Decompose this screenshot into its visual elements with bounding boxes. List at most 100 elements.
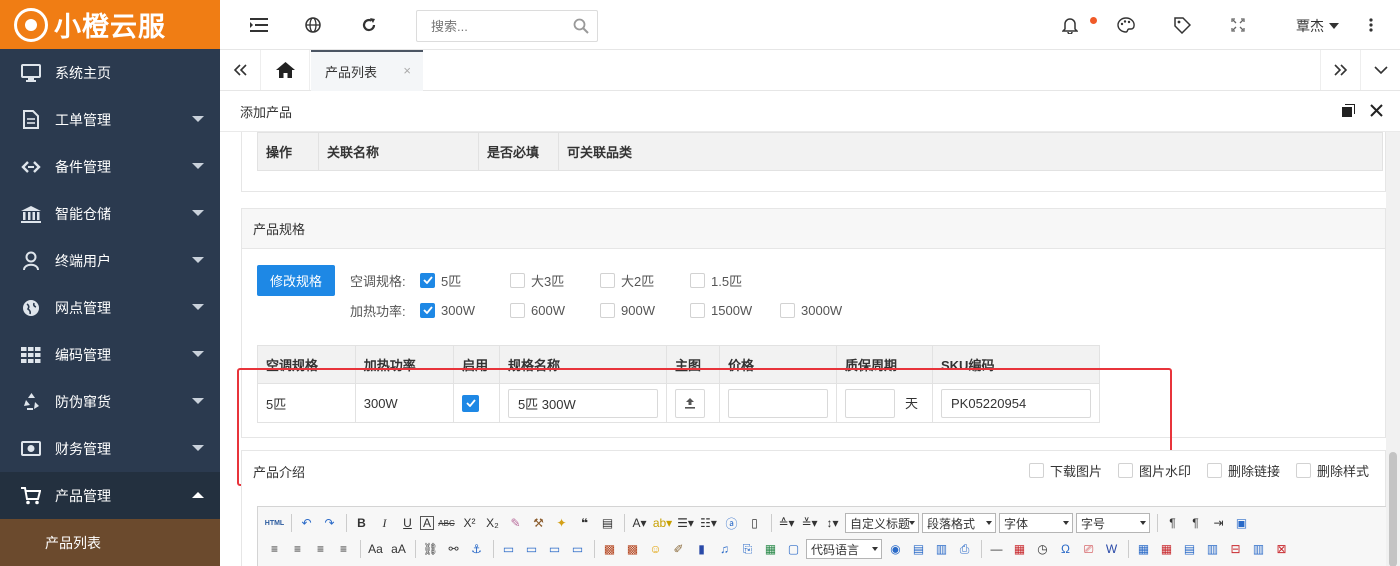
custom-title-select[interactable]: 自定义标题	[845, 513, 919, 533]
template-icon[interactable]: ▥	[931, 539, 952, 559]
emotion-icon[interactable]: ☺	[645, 539, 666, 559]
download-images-option[interactable]: 下载图片	[1028, 461, 1102, 480]
simple-upload-icon[interactable]: ▩	[599, 539, 620, 559]
restore-window-icon[interactable]	[1342, 103, 1356, 120]
to-lowercase-icon[interactable]: aA	[388, 539, 409, 559]
font-family-select[interactable]: 字体	[999, 513, 1073, 533]
clear-doc-icon[interactable]: ▯	[744, 513, 765, 533]
sidebar-item-anticounterfeit[interactable]: 防伪窜货	[0, 378, 220, 425]
sidebar-item-finance[interactable]: 财务管理	[0, 425, 220, 472]
unordered-list-icon[interactable]: ☷▾	[698, 513, 719, 533]
insert-time-icon[interactable]: ◷	[1032, 539, 1053, 559]
row-spacing-bottom-icon[interactable]: ≚▾	[799, 513, 820, 533]
underline-icon[interactable]: U	[397, 513, 418, 533]
form-scroll-area[interactable]: 操作 关联名称 是否必填 可关联品类 产品规格 修改规格 空调规格: 5匹 大3…	[220, 131, 1400, 566]
close-tab-icon[interactable]: ×	[403, 63, 411, 78]
strikethrough-icon[interactable]: ABC	[436, 513, 457, 533]
web-image-icon[interactable]: ⎙	[954, 539, 975, 559]
attachment-icon[interactable]: ⎘	[737, 539, 758, 559]
superscript-icon[interactable]: X²	[459, 513, 480, 533]
checkbox[interactable]	[600, 272, 615, 288]
search-input[interactable]	[417, 11, 567, 41]
special-chars-icon[interactable]: Ω	[1055, 539, 1076, 559]
paragraph-format-select[interactable]: 段落格式	[922, 513, 996, 533]
sidebar-item-home[interactable]: 系统主页	[0, 49, 220, 96]
redo-icon[interactable]: ↷	[319, 513, 340, 533]
power-option-300w[interactable]: 300W	[420, 302, 510, 318]
ac-option-big2[interactable]: 大2匹	[600, 271, 690, 290]
checkbox[interactable]	[1295, 463, 1311, 478]
bold-icon[interactable]: B	[351, 513, 372, 533]
sidebar-item-products[interactable]: 产品管理	[0, 472, 220, 519]
scrawl-icon[interactable]: ✐	[668, 539, 689, 559]
line-height-icon[interactable]: ↕▾	[822, 513, 843, 533]
undo-icon[interactable]: ↶	[296, 513, 317, 533]
sidebar-subitem-product-list[interactable]: 产品列表	[0, 519, 220, 566]
sidebar-item-outlets[interactable]: 网点管理	[0, 284, 220, 331]
more-vertical-icon[interactable]	[1360, 14, 1382, 36]
checkbox[interactable]	[1117, 463, 1133, 478]
menu-toggle-icon[interactable]	[248, 14, 270, 36]
select-all-icon[interactable]: ⓐ	[721, 513, 742, 533]
to-uppercase-icon[interactable]: Aa	[365, 539, 386, 559]
insert-video-icon[interactable]: ▮	[691, 539, 712, 559]
power-option-900w[interactable]: 900W	[600, 302, 690, 318]
insert-col-icon[interactable]: ▥	[1248, 539, 1269, 559]
link-icon[interactable]: ⛓	[420, 539, 441, 559]
highlight-color-icon[interactable]: ab▾	[652, 513, 673, 533]
html-source-icon[interactable]: HTML	[264, 513, 285, 533]
tab-product-list[interactable]: 产品列表 ×	[311, 50, 423, 91]
remove-links-option[interactable]: 删除链接	[1206, 461, 1280, 480]
delete-row-icon[interactable]: ⊟	[1225, 539, 1246, 559]
horizontal-rule-icon[interactable]: —	[986, 539, 1007, 559]
insert-paragraph-before-table-icon[interactable]: ▤	[1179, 539, 1200, 559]
ltr-icon[interactable]: ¶	[1162, 513, 1183, 533]
scrollbar-thumb[interactable]	[1389, 452, 1397, 566]
align-right-icon[interactable]: ≡	[310, 539, 331, 559]
home-tab[interactable]	[260, 50, 310, 90]
power-option-1500w[interactable]: 1500W	[690, 302, 780, 318]
sidebar-item-coding[interactable]: 编码管理	[0, 331, 220, 378]
scroll-tabs-right-icon[interactable]	[1320, 50, 1360, 90]
indent-icon[interactable]: ⇥	[1208, 513, 1229, 533]
insert-date-icon[interactable]: ▦	[1009, 539, 1030, 559]
map-icon[interactable]: ▦	[760, 539, 781, 559]
remove-styles-option[interactable]: 删除样式	[1295, 461, 1369, 480]
font-border-icon[interactable]: A	[420, 516, 434, 530]
globe-icon[interactable]	[302, 14, 324, 36]
modify-spec-button[interactable]: 修改规格	[257, 265, 335, 296]
checkbox[interactable]	[780, 302, 795, 318]
refresh-icon[interactable]	[358, 14, 380, 36]
subscript-icon[interactable]: X₂	[482, 513, 503, 533]
sidebar-item-endusers[interactable]: 终端用户	[0, 237, 220, 284]
image-left-icon[interactable]: ▭	[521, 539, 542, 559]
word-image-icon[interactable]: W	[1101, 539, 1122, 559]
checkbox[interactable]	[1028, 463, 1044, 478]
sidebar-item-workorder[interactable]: 工单管理	[0, 96, 220, 143]
ac-option-1-5[interactable]: 1.5匹	[690, 271, 780, 290]
image-watermark-option[interactable]: 图片水印	[1117, 461, 1191, 480]
insert-row-icon[interactable]: ▥	[1202, 539, 1223, 559]
background-icon[interactable]: ▤	[908, 539, 929, 559]
code-language-select[interactable]: 代码语言	[806, 539, 882, 559]
ac-option-big3[interactable]: 大3匹	[510, 271, 600, 290]
unlink-icon[interactable]: ⚯	[443, 539, 464, 559]
format-brush-icon[interactable]: ⚒	[528, 513, 549, 533]
image-none-icon[interactable]: ▭	[498, 539, 519, 559]
tab-menu-chevron-icon[interactable]	[1360, 50, 1400, 90]
image-right-icon[interactable]: ▭	[544, 539, 565, 559]
rich-text-editor[interactable]: HTML ↶ ↷ B I U A ABC X² X₂ ✎ ⚒ ✦ ❝ ▤ A▾ …	[257, 506, 1387, 566]
insert-image-icon[interactable]: ▩	[622, 539, 643, 559]
checkbox[interactable]	[1206, 463, 1222, 478]
ordered-list-icon[interactable]: ☰▾	[675, 513, 696, 533]
checkbox[interactable]	[600, 302, 615, 318]
vertical-scrollbar[interactable]	[1386, 132, 1400, 566]
search-replace-icon[interactable]: ⎚	[1078, 539, 1099, 559]
font-color-icon[interactable]: A▾	[629, 513, 650, 533]
power-option-600w[interactable]: 600W	[510, 302, 600, 318]
search-icon[interactable]	[573, 18, 589, 37]
tag-icon[interactable]	[1171, 14, 1193, 36]
italic-icon[interactable]: I	[374, 513, 395, 533]
align-center-icon[interactable]: ≡	[287, 539, 308, 559]
align-justify-icon[interactable]: ≡	[333, 539, 354, 559]
